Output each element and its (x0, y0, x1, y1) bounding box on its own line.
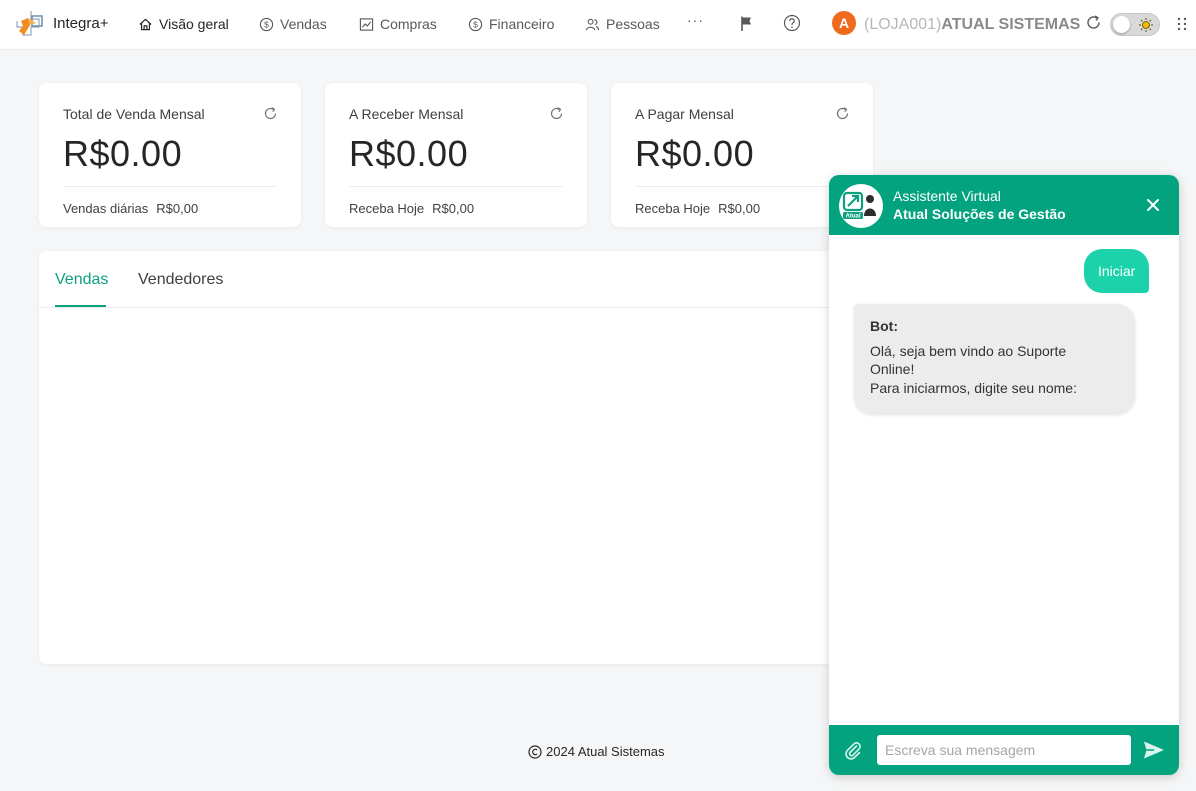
toggle-knob (1113, 16, 1130, 33)
card-footer: Vendas diárias R$0,00 (63, 201, 198, 216)
divider (635, 186, 849, 187)
reload-icon[interactable] (263, 106, 278, 121)
card-footer: Receba Hoje R$0,00 (635, 201, 760, 216)
store-code: (LOJA001) (864, 16, 942, 33)
nav-pessoas[interactable]: Pessoas (585, 15, 660, 33)
footer-label: Receba Hoje (635, 201, 711, 216)
more-menu-icon[interactable]: ··· (687, 12, 704, 28)
user-message-bubble: Iniciar (1084, 249, 1150, 293)
bot-message-line: Online! (870, 361, 915, 377)
chat-title: Assistente Virtual (893, 188, 1001, 204)
bot-message-bubble: Bot: Olá, seja bem vindo ao Suporte Onli… (854, 304, 1135, 414)
theme-toggle[interactable] (1110, 13, 1160, 36)
bot-message-line: Para iniciarmos, digite seu nome: (870, 379, 1077, 396)
chat-message-input[interactable] (877, 735, 1131, 765)
sun-icon (1139, 18, 1153, 32)
copyright-text: 2024 Atual Sistemas (546, 744, 665, 759)
card-value: R$0.00 (635, 133, 755, 174)
chat-header: Atual Assistente Virtual Atual Soluções … (829, 175, 1179, 235)
assistant-avatar: Atual (839, 184, 883, 228)
card-footer: Receba Hoje R$0,00 (349, 201, 474, 216)
reload-icon[interactable] (835, 106, 850, 121)
tab-vendas[interactable]: Vendas (55, 271, 108, 289)
nav-label: Compras (380, 16, 437, 32)
chat-input-bar (829, 725, 1179, 775)
card-value: R$0.00 (349, 133, 469, 174)
top-navigation-bar: Integra+ Visão geral $ Vendas Compras $ … (0, 0, 1196, 50)
footer-label: Vendas diárias (63, 201, 149, 216)
reload-icon[interactable] (549, 106, 564, 121)
atual-logo-icon: Atual (842, 191, 876, 220)
dollar-circle-icon: $ (468, 17, 483, 31)
tab-bar: Vendas Vendedores (39, 251, 839, 308)
chat-widget: Atual Assistente Virtual Atual Soluções … (829, 175, 1179, 775)
tab-vendedores[interactable]: Vendedores (138, 271, 223, 289)
reload-icon[interactable] (1085, 14, 1102, 31)
divider (349, 186, 563, 187)
line-chart-icon (359, 17, 374, 31)
card-total-venda-mensal: Total de Venda Mensal R$0.00 Vendas diár… (39, 83, 301, 227)
card-value: R$0.00 (63, 133, 183, 174)
help-icon[interactable] (783, 14, 801, 32)
logo-text: Atual (846, 214, 861, 220)
divider (63, 186, 277, 187)
nav-compras[interactable]: Compras (359, 15, 437, 33)
nav-label: Pessoas (606, 16, 660, 32)
chat-subtitle: Atual Soluções de Gestão (893, 206, 1066, 222)
nav-vendas[interactable]: $ Vendas (259, 15, 327, 33)
card-title: A Pagar Mensal (635, 106, 734, 122)
copyright-icon (528, 744, 542, 759)
nav-visao-geral[interactable]: Visão geral (138, 15, 229, 33)
bot-name: Bot: (870, 318, 898, 334)
company-name: ATUAL SISTEMAS (941, 16, 1081, 33)
dollar-circle-icon: $ (259, 17, 274, 31)
svg-text:$: $ (264, 19, 269, 29)
apps-grid-icon[interactable] (1175, 16, 1189, 32)
attachment-icon[interactable] (843, 740, 863, 760)
active-tab-indicator (55, 305, 106, 307)
home-icon (139, 18, 152, 30)
page-footer: 2024 Atual Sistemas (528, 744, 665, 759)
footer-value: R$0,00 (718, 201, 761, 216)
bot-message-line: Olá, seja bem vindo ao Suporte (870, 342, 1067, 359)
user-store-name[interactable]: (LOJA001)ATUAL SISTEMAS (864, 16, 1080, 34)
send-icon[interactable] (1143, 740, 1165, 760)
footer-label: Receba Hoje (349, 201, 425, 216)
flag-icon[interactable] (739, 15, 756, 32)
svg-text:$: $ (473, 19, 478, 29)
brand-name[interactable]: Integra+ (53, 15, 108, 32)
nav-label: Visão geral (159, 16, 229, 32)
avatar[interactable]: A (832, 11, 856, 35)
sales-panel: Vendas Vendedores (39, 251, 839, 664)
people-icon (585, 18, 600, 30)
card-title: Total de Venda Mensal (63, 106, 205, 122)
close-icon[interactable] (1146, 198, 1160, 212)
nav-label: Vendas (280, 16, 327, 32)
card-title: A Receber Mensal (349, 106, 464, 122)
footer-value: R$0,00 (156, 201, 199, 216)
integra-logo-icon[interactable] (15, 9, 45, 39)
nav-label: Financeiro (489, 16, 555, 32)
nav-financeiro[interactable]: $ Financeiro (468, 15, 554, 33)
card-a-receber-mensal: A Receber Mensal R$0.00 Receba Hoje R$0,0… (325, 83, 587, 227)
footer-value: R$0,00 (432, 201, 475, 216)
